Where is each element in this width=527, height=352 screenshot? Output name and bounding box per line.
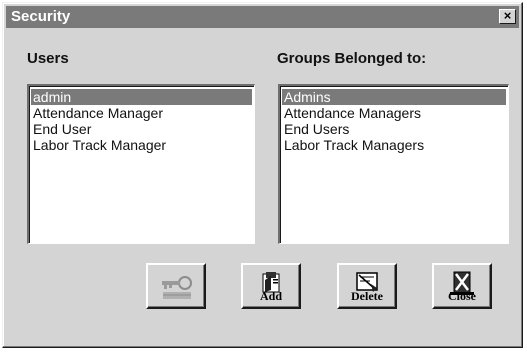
list-item[interactable]: Attendance Manager	[31, 105, 252, 121]
close-window-button[interactable]: ×	[499, 9, 516, 24]
list-item[interactable]: admin	[31, 89, 252, 105]
window-title: Security	[11, 8, 71, 25]
groups-list[interactable]: Admins Attendance Managers End Users Lab…	[278, 84, 509, 244]
title-bar[interactable]: Security ×	[6, 6, 519, 28]
users-list[interactable]: admin Attendance Manager End User Labor …	[27, 84, 255, 244]
groups-label: Groups Belonged to:	[277, 50, 427, 67]
list-item[interactable]: Attendance Managers	[282, 105, 506, 121]
security-dialog: Security × Users Groups Belonged to: adm…	[2, 2, 523, 348]
close-button-label: Close	[448, 289, 476, 303]
add-button-label: Add	[259, 289, 282, 303]
users-label: Users	[27, 50, 69, 67]
key-icon	[162, 276, 192, 299]
add-button[interactable]: Add	[241, 263, 301, 309]
list-item[interactable]: End Users	[282, 121, 506, 137]
list-item[interactable]: End User	[31, 121, 252, 137]
list-item[interactable]: Labor Track Managers	[282, 137, 506, 153]
close-button[interactable]: Close	[432, 263, 492, 309]
list-item[interactable]: Admins	[282, 89, 506, 105]
list-item[interactable]: Labor Track Manager	[31, 137, 252, 153]
password-button[interactable]	[146, 263, 206, 309]
delete-button[interactable]: Delete	[337, 263, 397, 309]
delete-button-label: Delete	[351, 289, 383, 303]
